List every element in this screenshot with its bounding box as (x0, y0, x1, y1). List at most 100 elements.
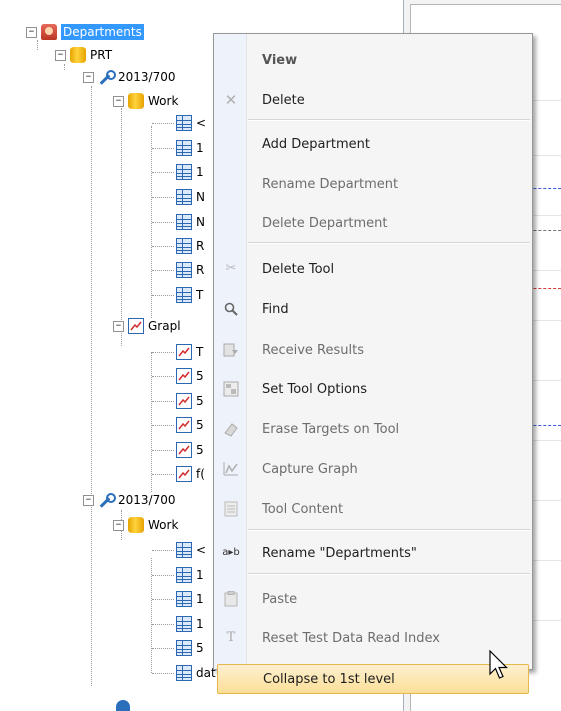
menu-item-add-department[interactable]: Add Department (214, 129, 532, 159)
menu-item-tool-content[interactable]: Tool Content (214, 494, 532, 524)
menu-item-label: View (262, 52, 298, 68)
menu-item-capture-graph[interactable]: Capture Graph (214, 454, 532, 484)
tree-node-table[interactable]: dat (152, 663, 216, 683)
tree-connector (152, 222, 174, 223)
tree-node-label: < (196, 543, 207, 557)
tree-node-prt[interactable]: − PRT (55, 45, 112, 65)
table-icon (176, 214, 192, 230)
rename-icon: a▸b (222, 547, 240, 558)
tree-node-label: T (196, 288, 204, 302)
tree-connector (152, 123, 174, 124)
menu-item-label: Rename Department (262, 176, 399, 192)
tree-node-table[interactable]: 1 (152, 589, 204, 609)
collapse-toggle[interactable]: − (113, 520, 124, 531)
menu-item-erase-targets[interactable]: Erase Targets on Tool (214, 414, 532, 444)
tree-connector (152, 624, 174, 625)
tree-node-label: Work (148, 94, 179, 108)
table-icon (176, 238, 192, 254)
tree-node-graph[interactable]: 5 (152, 440, 204, 460)
collapse-toggle[interactable]: − (55, 50, 66, 61)
tree-node-graph[interactable]: 5 (152, 366, 204, 386)
tree-node-tool[interactable]: − 2013/700 (83, 67, 176, 87)
delete-tool-icon: ✂ (225, 261, 237, 276)
graph-icon (176, 393, 192, 409)
department-icon (41, 24, 57, 40)
menu-item-label: Reset Test Data Read Index (262, 630, 440, 646)
tree-connector (152, 575, 174, 576)
tree-node-label: Grapl (148, 319, 181, 333)
menu-item-label: Erase Targets on Tool (262, 421, 400, 437)
table-icon (176, 189, 192, 205)
menu-item-label: Find (262, 301, 289, 317)
tree-node-tool[interactable]: − 2013/700 (83, 490, 176, 510)
tree-node-table[interactable]: N (152, 187, 205, 207)
database-icon (128, 517, 144, 533)
tree-node-graphs[interactable]: − Grapl (113, 316, 181, 336)
table-icon (176, 616, 192, 632)
reset-text-icon: T (226, 630, 236, 645)
tree-node-label: PRT (90, 48, 113, 62)
context-menu[interactable]: View ✕ Delete Add Department Rename Depa… (213, 33, 533, 694)
menu-item-rename-department[interactable]: Rename Department (214, 169, 532, 199)
menu-item-receive-results[interactable]: Receive Results (214, 335, 532, 365)
tree-node-worksheets[interactable]: − Work (113, 515, 178, 535)
menu-item-label: Collapse to 1st level (263, 671, 395, 687)
collapse-toggle[interactable]: − (83, 495, 94, 506)
menu-item-label: Add Department (262, 136, 370, 152)
table-icon (176, 542, 192, 558)
graph-icon (176, 344, 192, 360)
menu-item-paste[interactable]: Paste (214, 584, 532, 614)
table-icon (176, 140, 192, 156)
tree-node-table[interactable]: < (152, 113, 206, 133)
tool-content-icon (223, 501, 239, 517)
tree-node-table[interactable]: 1 (152, 565, 204, 585)
tree-node-table[interactable]: R (152, 236, 204, 256)
graph-icon (176, 368, 192, 384)
table-icon (176, 115, 192, 131)
menu-item-delete-tool[interactable]: ✂ Delete Tool (214, 254, 532, 284)
tool-options-icon (223, 381, 239, 397)
tree-node-graph[interactable]: f( (152, 464, 205, 484)
menu-item-set-tool-options[interactable]: Set Tool Options (214, 374, 532, 404)
tree-node-departments[interactable]: − Departments (26, 22, 144, 42)
menu-item-rename-node[interactable]: a▸b Rename "Departments" (214, 538, 532, 568)
menu-item-label: Paste (262, 591, 298, 607)
tree-node-table[interactable]: 1 (152, 162, 204, 182)
tree-node-label: 5 (196, 394, 204, 408)
menu-separator (248, 573, 530, 575)
key-icon (98, 69, 116, 85)
collapse-toggle[interactable]: − (113, 96, 124, 107)
menu-item-reset-test-data[interactable]: T Reset Test Data Read Index (214, 623, 532, 653)
tree-connector (152, 197, 174, 198)
tree-node-table[interactable]: N (152, 212, 205, 232)
tree-node-table[interactable]: T (152, 285, 203, 305)
table-icon (176, 591, 192, 607)
tree-node-table[interactable]: < (152, 540, 206, 560)
tree-node-label: N (196, 215, 205, 229)
menu-item-delete-department[interactable]: Delete Department (214, 208, 532, 238)
table-icon (176, 665, 192, 681)
tree-node-table[interactable]: 1 (152, 138, 204, 158)
tree-node-label: 5 (196, 443, 204, 457)
tree-node-table[interactable]: R (152, 260, 204, 280)
menu-item-delete[interactable]: ✕ Delete (214, 85, 532, 115)
tree-node-worksheets[interactable]: − Work (113, 91, 178, 111)
collapse-toggle[interactable]: − (83, 72, 94, 83)
menu-item-view[interactable]: View (214, 45, 532, 75)
graph-icon (128, 318, 144, 334)
menu-item-find[interactable]: Find (214, 294, 532, 324)
table-icon (176, 567, 192, 583)
tree-node-table[interactable]: 1 (152, 614, 204, 634)
collapse-toggle[interactable]: − (26, 27, 37, 38)
tree-node-table[interactable]: 5 (152, 638, 204, 658)
tree-connector (152, 376, 174, 377)
tree-node-graph[interactable]: 5 (152, 415, 204, 435)
tree-node-graph[interactable]: T (152, 342, 203, 362)
tree-node-graph[interactable]: 5 (152, 391, 204, 411)
collapse-toggle[interactable]: − (113, 321, 124, 332)
table-icon (176, 287, 192, 303)
table-icon (176, 262, 192, 278)
graph-icon (176, 417, 192, 433)
menu-item-collapse-first-level[interactable]: Collapse to 1st level (217, 664, 529, 694)
tree-connector (152, 352, 174, 353)
